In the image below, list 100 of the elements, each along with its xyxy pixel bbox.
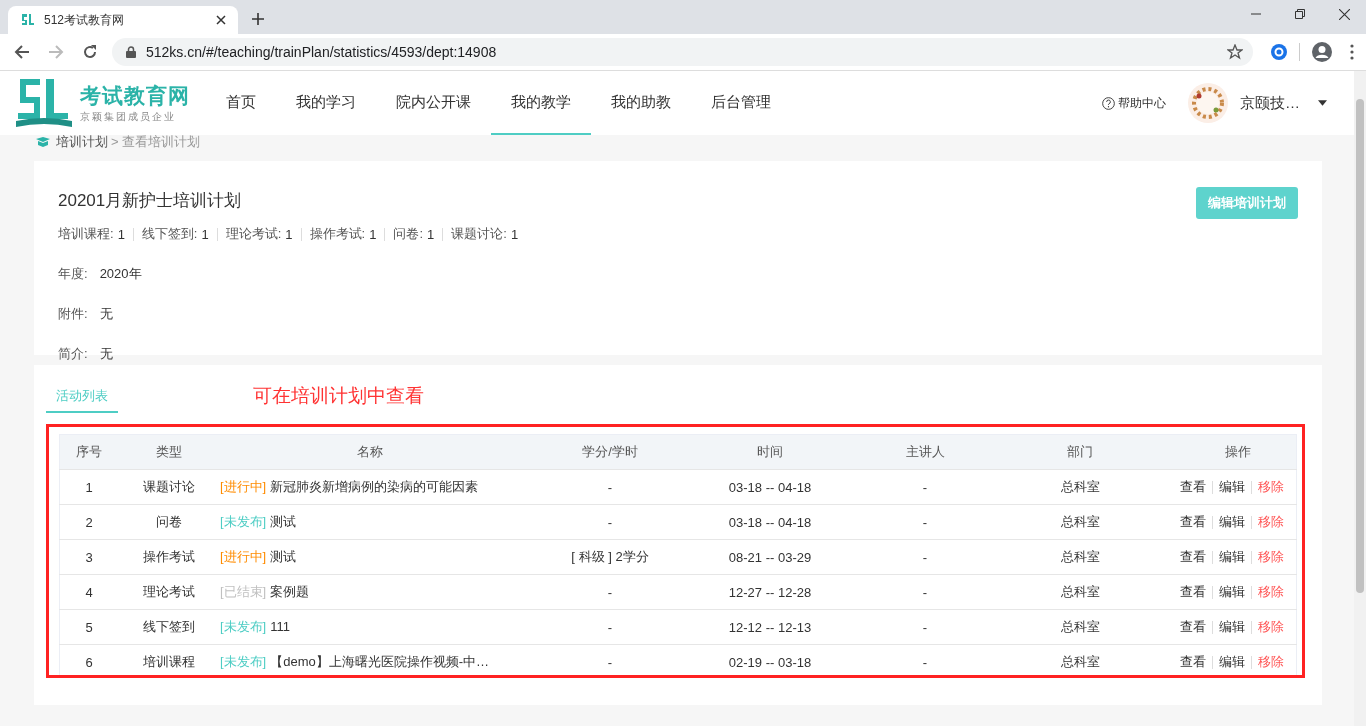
table-cell: -	[520, 609, 700, 645]
view-link[interactable]: 查看	[1180, 654, 1206, 669]
logo-icon	[20, 12, 36, 28]
column-header: 类型	[118, 434, 220, 470]
activity-name[interactable]: 新冠肺炎新增病例的染病的可能因素	[270, 479, 479, 494]
table-cell: -	[520, 504, 700, 540]
field-label: 简介:	[58, 346, 88, 361]
activity-name[interactable]: 测试	[270, 514, 297, 529]
stat-count: 1	[285, 226, 293, 242]
table-cell: 12-12 -- 12-13	[700, 609, 840, 645]
view-link[interactable]: 查看	[1180, 479, 1206, 494]
profile-icon[interactable]	[1312, 42, 1332, 62]
table-cell: -	[840, 539, 1010, 575]
user-name[interactable]: 京颐技…	[1240, 93, 1300, 113]
stat-count: 1	[117, 226, 125, 242]
table-cell: -	[520, 644, 700, 675]
edit-link[interactable]: 编辑	[1219, 549, 1245, 564]
column-header: 部门	[1010, 434, 1150, 470]
close-icon[interactable]	[216, 15, 226, 25]
table-cell: -	[840, 644, 1010, 675]
stat-label: 操作考试:	[309, 225, 366, 243]
table-cell: 2	[59, 504, 118, 540]
status-tag: [进行中]	[220, 479, 267, 494]
table-cell: 08-21 -- 03-29	[700, 539, 840, 575]
nav-item[interactable]: 院内公开课	[376, 71, 491, 135]
reload-icon[interactable]	[82, 44, 98, 60]
status-tag: [未发布]	[220, 514, 267, 529]
edit-link[interactable]: 编辑	[1219, 514, 1245, 529]
field-label: 年度:	[58, 266, 88, 281]
table-cell: 总科室	[1010, 644, 1150, 675]
browser-tab[interactable]: 512考试教育网	[8, 6, 238, 34]
breadcrumb-separator: >	[111, 134, 119, 149]
edit-link[interactable]: 编辑	[1219, 654, 1245, 669]
field-value: 无	[99, 306, 113, 321]
avatar[interactable]	[1188, 83, 1228, 123]
close-icon[interactable]	[1339, 9, 1350, 20]
stat-label: 课题讨论:	[451, 225, 507, 243]
view-link[interactable]: 查看	[1180, 619, 1206, 634]
table-cell: 4	[59, 574, 118, 610]
stat-count: 1	[510, 226, 519, 242]
column-header: 序号	[59, 434, 118, 470]
status-tag: [已结束]	[220, 584, 267, 599]
more-icon[interactable]	[1350, 44, 1354, 60]
address-bar[interactable]: 512ks.cn/#/teaching/trainPlan/statistics/4593/dept:14908	[112, 38, 1253, 66]
restore-icon[interactable]	[1295, 9, 1305, 19]
table-cell: 理论考试	[118, 574, 220, 610]
table-cell: 总科室	[1010, 469, 1150, 505]
plan-title: 20201月新护士培训计划	[58, 190, 242, 212]
help-link[interactable]: 帮助中心	[1102, 94, 1166, 112]
activity-name[interactable]: 案例题	[270, 584, 310, 599]
status-tag: [未发布]	[220, 619, 267, 634]
help-text: 帮助中心	[1118, 94, 1166, 112]
stat-count: 1	[201, 226, 209, 242]
table-cell: 培训课程	[118, 644, 220, 675]
field-label: 附件:	[58, 306, 88, 321]
stat-count: 1	[369, 226, 377, 242]
edit-link[interactable]: 编辑	[1219, 584, 1245, 599]
bookmark-star-icon[interactable]	[1227, 44, 1243, 60]
edit-link[interactable]: 编辑	[1219, 479, 1245, 494]
stat-label: 理论考试:	[225, 225, 282, 243]
nav-item[interactable]: 我的教学	[491, 71, 591, 135]
table-cell: 3	[59, 539, 118, 575]
table-cell: 03-18 -- 04-18	[700, 469, 840, 505]
nav-item[interactable]: 我的助教	[591, 71, 691, 135]
table-cell: 总科室	[1010, 609, 1150, 645]
extension-icon[interactable]	[1271, 44, 1287, 60]
breadcrumb-item[interactable]: 培训计划	[56, 134, 108, 149]
field-value: 2020年	[99, 266, 142, 281]
table-cell: -	[520, 574, 700, 610]
stat-label: 线下签到:	[141, 225, 198, 243]
nav-item[interactable]: 后台管理	[691, 71, 791, 135]
table-cell: 12-27 -- 12-28	[700, 574, 840, 610]
table-cell: 课题讨论	[118, 469, 220, 505]
scrollbar[interactable]	[1354, 71, 1366, 726]
column-header: 操作	[1150, 434, 1297, 470]
nav-item[interactable]: 首页	[206, 71, 276, 135]
view-link[interactable]: 查看	[1180, 514, 1206, 529]
lock-icon	[126, 46, 136, 58]
view-link[interactable]: 查看	[1180, 584, 1206, 599]
activity-name[interactable]: 111	[270, 619, 290, 634]
annotation-text: 可在培训计划中查看	[253, 384, 424, 408]
table-cell: -	[840, 504, 1010, 540]
table-cell: 03-18 -- 04-18	[700, 504, 840, 540]
nav-item[interactable]: 我的学习	[276, 71, 376, 135]
activity-name[interactable]: 【demo】上海曙光医院操作视频-中…	[270, 654, 490, 669]
stat-label: 问卷:	[393, 225, 424, 243]
back-icon[interactable]	[14, 44, 30, 60]
new-tab-icon[interactable]	[252, 13, 264, 25]
breadcrumb-item: 查看培训计划	[121, 134, 200, 149]
scrollbar-thumb[interactable]	[1356, 99, 1364, 593]
edit-link[interactable]: 编辑	[1219, 619, 1245, 634]
caret-icon[interactable]	[1318, 100, 1327, 106]
table-cell: 线下签到	[118, 609, 220, 645]
table-cell: 总科室	[1010, 539, 1150, 575]
table-cell: 总科室	[1010, 574, 1150, 610]
table-cell: -	[520, 469, 700, 505]
view-link[interactable]: 查看	[1180, 549, 1206, 564]
stat-count: 1	[427, 226, 435, 242]
activity-name[interactable]: 测试	[270, 549, 297, 564]
column-header: 学分/学时	[520, 434, 700, 470]
